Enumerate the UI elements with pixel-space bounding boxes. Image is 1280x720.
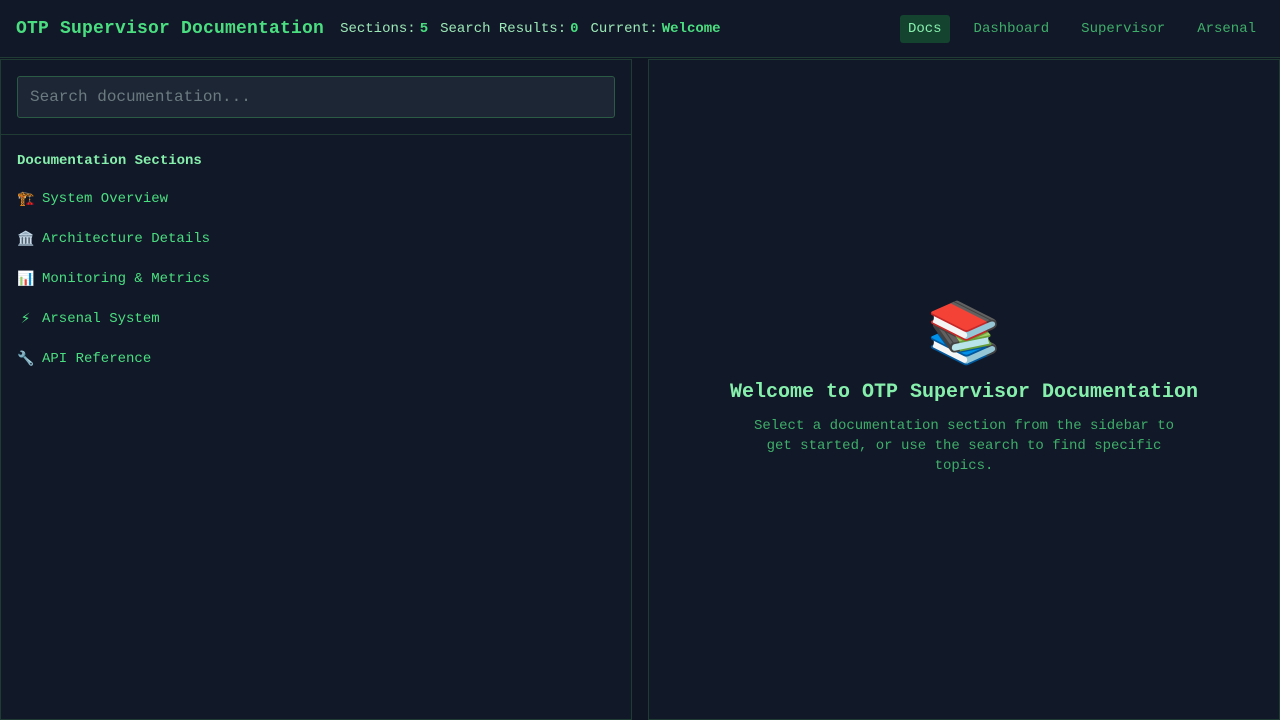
stat-current-value: Welcome xyxy=(661,20,721,37)
main-content: 📚 Welcome to OTP Supervisor Documentatio… xyxy=(648,59,1280,720)
search-container xyxy=(1,60,631,135)
section-list: 🏗️ System Overview 🏛️ Architecture Detai… xyxy=(1,179,631,379)
section-item-label: Monitoring & Metrics xyxy=(42,271,211,287)
search-input[interactable] xyxy=(17,76,615,118)
wrench-icon: 🔧 xyxy=(17,351,35,367)
nav-arsenal-button[interactable]: Arsenal xyxy=(1189,15,1264,43)
section-item-architecture-details[interactable]: 🏛️ Architecture Details xyxy=(9,219,623,259)
section-item-arsenal-system[interactable]: ⚡ Arsenal System xyxy=(9,299,623,339)
stat-search-results-label: Search Results: xyxy=(440,20,567,37)
section-item-label: API Reference xyxy=(42,351,152,367)
books-icon: 📚 xyxy=(926,298,1002,368)
lightning-icon: ⚡ xyxy=(20,311,31,327)
welcome-title: Welcome to OTP Supervisor Documentation xyxy=(729,381,1199,404)
section-item-monitoring-metrics[interactable]: 📊 Monitoring & Metrics xyxy=(9,259,623,299)
welcome-text: Select a documentation section from the … xyxy=(753,418,1175,474)
building-construction-icon: 🏗️ xyxy=(17,191,35,207)
section-item-api-reference[interactable]: 🔧 API Reference xyxy=(9,339,623,379)
top-nav: Docs Dashboard Supervisor Arsenal xyxy=(899,14,1264,43)
classical-building-icon: 🏛️ xyxy=(17,231,35,247)
bar-chart-icon: 📊 xyxy=(17,271,35,287)
top-header: OTP Supervisor Documentation Sections: 5… xyxy=(0,0,1280,58)
stat-search-results: Search Results: 0 xyxy=(440,21,578,37)
stat-current: Current: Welcome xyxy=(591,21,721,37)
section-item-label: Architecture Details xyxy=(42,231,211,247)
stat-search-results-value: 0 xyxy=(570,20,579,37)
sidebar: Documentation Sections 🏗️ System Overvie… xyxy=(0,59,632,720)
nav-supervisor-button[interactable]: Supervisor xyxy=(1073,15,1173,43)
sections-heading: Documentation Sections xyxy=(17,153,202,169)
stat-sections-label: Sections: xyxy=(340,20,416,37)
app-title: OTP Supervisor Documentation xyxy=(16,18,325,39)
stat-sections: Sections: 5 xyxy=(340,21,428,37)
section-item-system-overview[interactable]: 🏗️ System Overview xyxy=(9,179,623,219)
nav-docs-button[interactable]: Docs xyxy=(899,14,950,43)
stat-sections-value: 5 xyxy=(419,20,429,37)
nav-dashboard-button[interactable]: Dashboard xyxy=(966,15,1058,43)
stat-current-label: Current: xyxy=(590,20,658,37)
section-item-label: System Overview xyxy=(42,191,169,207)
section-item-label: Arsenal System xyxy=(42,311,160,327)
